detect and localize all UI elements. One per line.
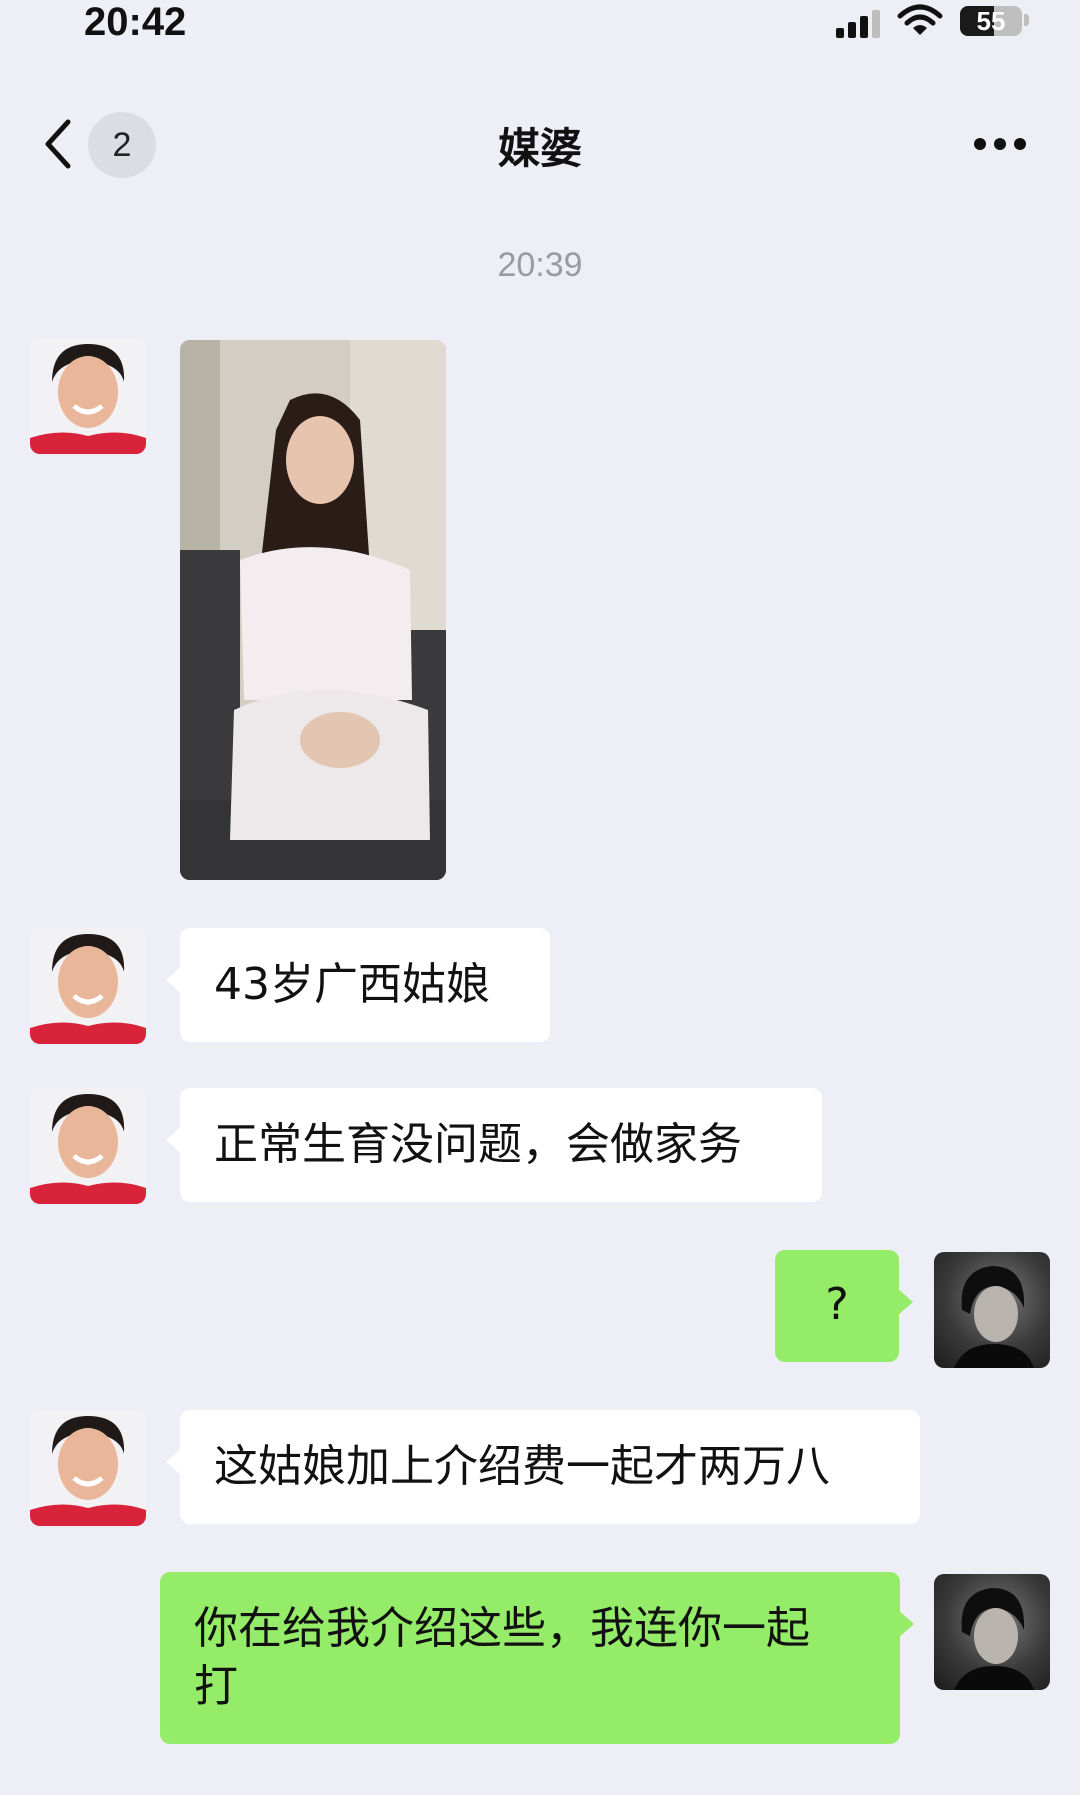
more-icon[interactable]: [972, 130, 1028, 156]
message-text-line: 你在给我介绍这些，我连你一起: [194, 1603, 810, 1654]
contact-avatar[interactable]: [30, 928, 146, 1044]
message-text: 这姑娘加上介绍费一起才两万八: [214, 1441, 830, 1492]
contact-avatar[interactable]: [30, 1410, 146, 1526]
battery-tip: [1024, 14, 1029, 26]
message-bubble-outgoing[interactable]: 你在给我介绍这些，我连你一起 打: [160, 1572, 914, 1744]
image-message[interactable]: [180, 340, 446, 880]
message-bubble-outgoing[interactable]: ?: [775, 1250, 913, 1362]
message-text: 43岁广西姑娘: [214, 959, 490, 1010]
contact-avatar[interactable]: [30, 338, 146, 454]
unread-count-badge[interactable]: 2: [88, 112, 156, 178]
message-text-line: 打: [194, 1661, 238, 1712]
contact-avatar[interactable]: [30, 1088, 146, 1204]
chat-title: 媒婆: [497, 124, 582, 173]
battery-percent: 55: [976, 6, 1006, 36]
user-avatar[interactable]: [934, 1574, 1050, 1690]
back-button[interactable]: [40, 118, 76, 170]
message-bubble-incoming[interactable]: 这姑娘加上介绍费一起才两万八: [166, 1410, 920, 1524]
battery-icon: 55: [960, 6, 1022, 36]
wifi-icon: [897, 4, 943, 35]
message-bubble-incoming[interactable]: 正常生育没问题，会做家务: [166, 1088, 822, 1202]
message-timestamp: 20:39: [497, 246, 583, 284]
signal-icon: [836, 10, 882, 38]
message-text: 正常生育没问题，会做家务: [214, 1119, 742, 1170]
chevron-left-icon: [45, 119, 71, 169]
message-text: ?: [825, 1279, 849, 1330]
message-bubble-incoming[interactable]: 43岁广西姑娘: [166, 928, 550, 1042]
user-avatar[interactable]: [934, 1252, 1050, 1368]
status-time: 20:42: [84, 0, 187, 44]
